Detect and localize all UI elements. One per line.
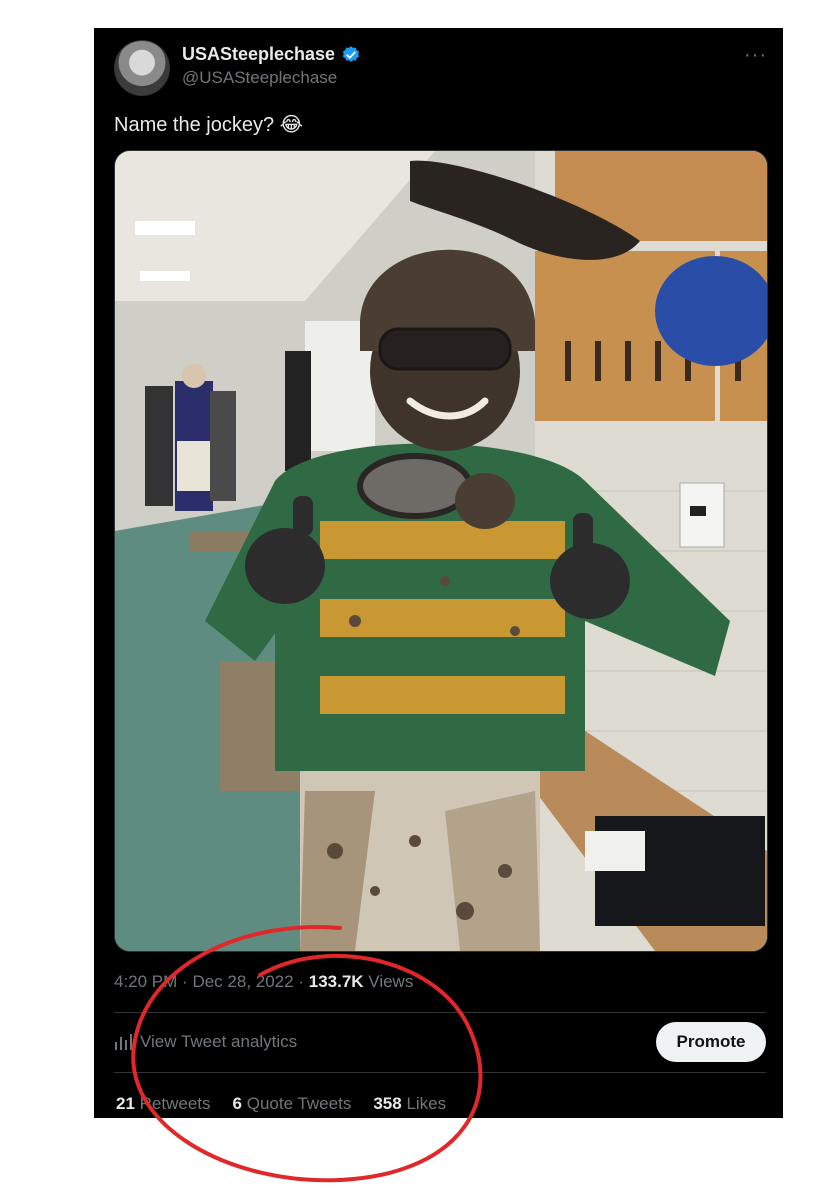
- meta-separator-2: ·: [298, 972, 304, 991]
- promote-button[interactable]: Promote: [656, 1022, 766, 1062]
- quotes-count: 6: [232, 1094, 242, 1113]
- display-name[interactable]: USASteeplechase: [182, 44, 335, 65]
- quote-tweets-stat[interactable]: 6 Quote Tweets: [233, 1094, 352, 1114]
- tweet-time[interactable]: 4:20 PM: [114, 972, 177, 991]
- views-count: 133.7K: [308, 972, 364, 991]
- analytics-label: View Tweet analytics: [140, 1032, 298, 1051]
- divider-2: [114, 1072, 766, 1073]
- tweet-photo[interactable]: [114, 150, 768, 952]
- tweet-text: Name the jockey? 😂: [114, 112, 303, 137]
- more-icon[interactable]: ···: [744, 44, 767, 67]
- tweet-date[interactable]: Dec 28, 2022: [192, 972, 293, 991]
- laughing-emoji-icon: 😂: [279, 114, 304, 136]
- quotes-label: Quote Tweets: [246, 1094, 352, 1113]
- jockey-photo-illustration: [115, 151, 767, 951]
- tweet-card: USASteeplechase @USASteeplechase ··· Nam…: [94, 28, 783, 1118]
- retweets-label: Retweets: [139, 1094, 211, 1113]
- divider: [114, 1012, 766, 1013]
- author-handle[interactable]: @USASteeplechase: [182, 68, 337, 88]
- view-analytics-link[interactable]: View Tweet analytics: [114, 1032, 297, 1052]
- tweet-meta: 4:20 PM · Dec 28, 2022 · 133.7K Views: [114, 972, 413, 992]
- avatar[interactable]: [114, 40, 170, 96]
- meta-separator: ·: [182, 972, 188, 991]
- retweets-count: 21: [116, 1094, 135, 1113]
- engagement-stats: 21 Retweets 6 Quote Tweets 358 Likes: [116, 1094, 446, 1114]
- likes-label: Likes: [406, 1094, 447, 1113]
- verified-badge-icon: [342, 45, 360, 62]
- likes-stat[interactable]: 358 Likes: [373, 1094, 446, 1114]
- tweet-text-content: Name the jockey?: [114, 114, 275, 136]
- likes-count: 358: [373, 1094, 402, 1113]
- views-label: Views: [368, 972, 414, 991]
- author-name-row: USASteeplechase: [182, 44, 361, 65]
- retweets-stat[interactable]: 21 Retweets: [116, 1094, 211, 1114]
- analytics-icon: [115, 1034, 132, 1050]
